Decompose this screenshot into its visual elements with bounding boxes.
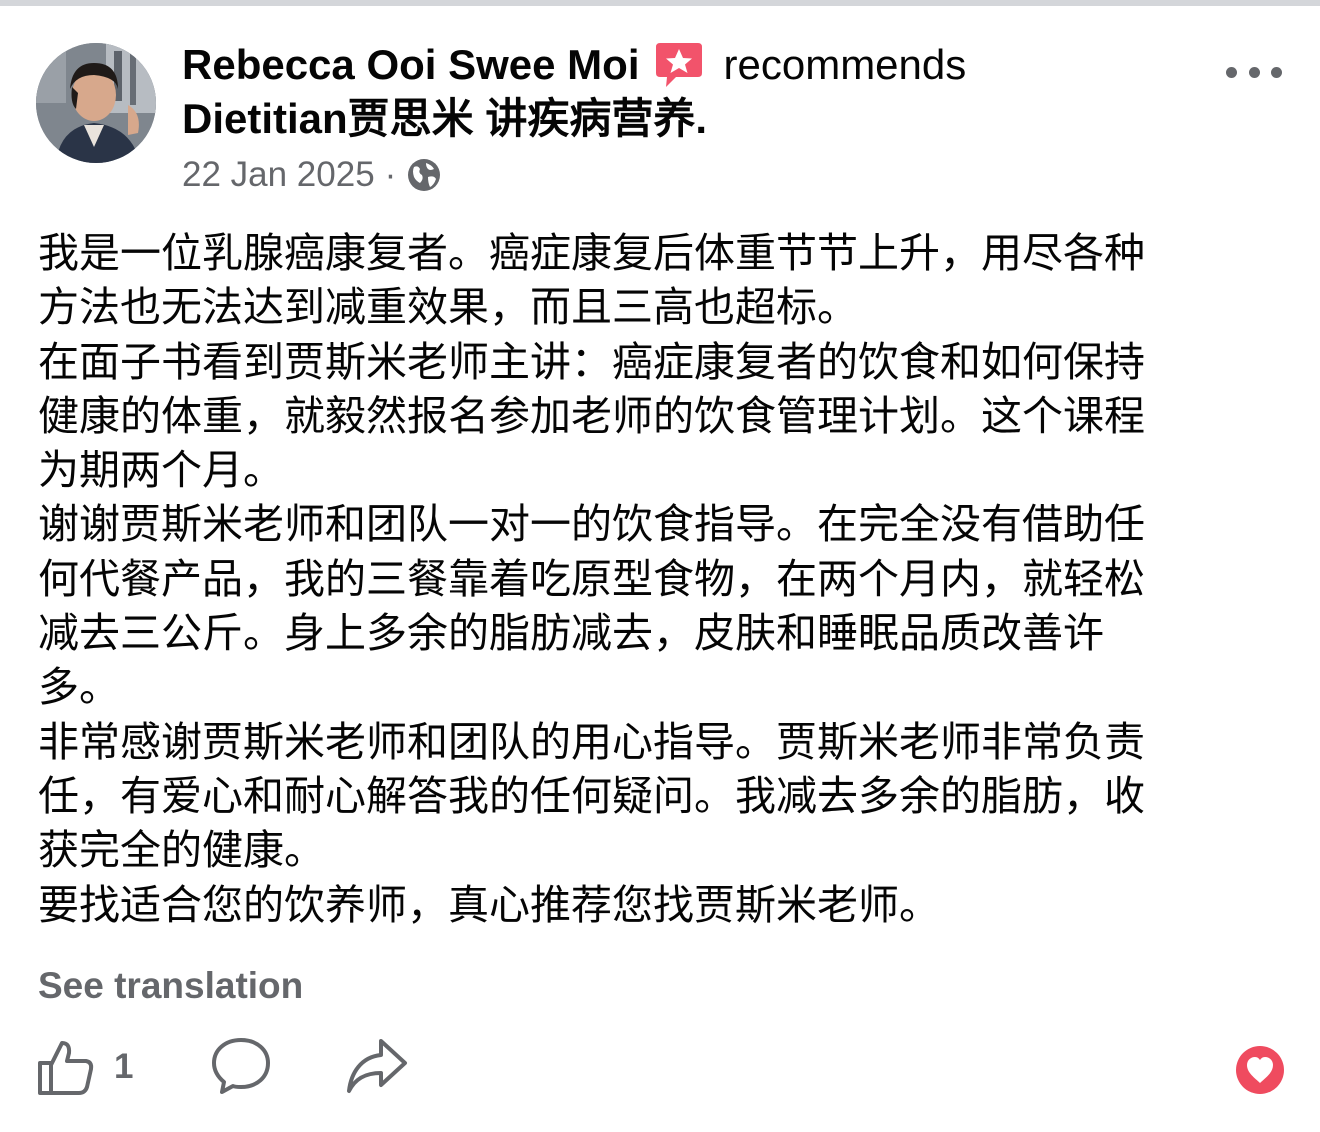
comment-button[interactable] (211, 1035, 271, 1100)
meta-separator: · (384, 155, 397, 194)
recommended-page-name[interactable]: Dietitian贾思米 讲疾病营养. (182, 92, 1182, 146)
heart-glyph-icon (1247, 1057, 1273, 1083)
like-count: 1 (114, 1047, 134, 1086)
more-dot (1248, 66, 1260, 78)
more-dot (1226, 66, 1237, 78)
header-line: Rebecca Ooi Swee Moi recommends (182, 38, 1182, 92)
post-body-line: 健康的体重，就毅然报名参加老师的饮食管理计划。这个课程 (38, 391, 1145, 440)
post-body-line: 为期两个月。 (38, 446, 284, 495)
post-body-line: 非常感谢贾斯米老师和团队的用心指导。贾斯米老师非常负责 (38, 717, 1145, 766)
heart-reaction-icon[interactable] (1236, 1046, 1284, 1094)
post-body-line: 任，有爱心和耐心解答我的任何疑问。我减去多余的脂肪，收 (38, 771, 1145, 820)
share-button[interactable] (345, 1035, 409, 1100)
recommends-label: recommends (723, 41, 967, 88)
avatar-photo (36, 43, 156, 163)
post-body-line: 谢谢贾斯米老师和团队一对一的饮食指导。在完全没有借助任 (38, 500, 1145, 549)
post-meta: 22 Jan 2025 · (182, 152, 1182, 198)
post-header: Rebecca Ooi Swee Moi recommends Dietitia… (182, 38, 1182, 198)
share-icon (347, 1038, 408, 1093)
more-options-icon[interactable] (1226, 52, 1282, 92)
post-body-line: 减去三公斤。身上多余的脂肪减去，皮肤和睡眠品质改善许 (38, 609, 1104, 658)
post-body-line: 多。 (38, 663, 120, 712)
thumbs-up-icon (38, 1041, 94, 1095)
globe-icon (408, 159, 441, 191)
more-dot (1271, 66, 1282, 78)
post-body-line: 何代餐产品，我的三餐靠着吃原型食物，在两个月内，就轻松 (38, 554, 1145, 603)
author-name[interactable]: Rebecca Ooi Swee Moi (182, 38, 640, 92)
like-button[interactable]: 1 (36, 1037, 133, 1097)
post-body-line: 获完全的健康。 (38, 826, 325, 875)
post-body: 我是一位乳腺癌康复者。癌症康复后体重节节上升，用尽各种 方法也无法达到减重效果，… (38, 226, 1248, 932)
post-body-line: 方法也无法达到减重效果，而且三高也超标。 (38, 283, 858, 332)
post-body-line: 我是一位乳腺癌康复者。癌症康复后体重节节上升，用尽各种 (38, 229, 1145, 277)
post-body-line: 在面子书看到贾斯米老师主讲：癌症康复者的饮食和如何保持 (38, 337, 1145, 386)
see-translation-link[interactable]: See translation (38, 962, 303, 1010)
post-body-line: 要找适合您的饮养师，真心推荐您找贾斯米老师。 (38, 880, 940, 929)
comment-icon (212, 1037, 271, 1094)
action-bar: 1 (36, 1032, 409, 1102)
top-divider (0, 0, 1320, 6)
star-badge-icon (654, 41, 704, 89)
post-date[interactable]: 22 Jan 2025 (182, 152, 375, 198)
author-avatar[interactable] (36, 43, 156, 163)
